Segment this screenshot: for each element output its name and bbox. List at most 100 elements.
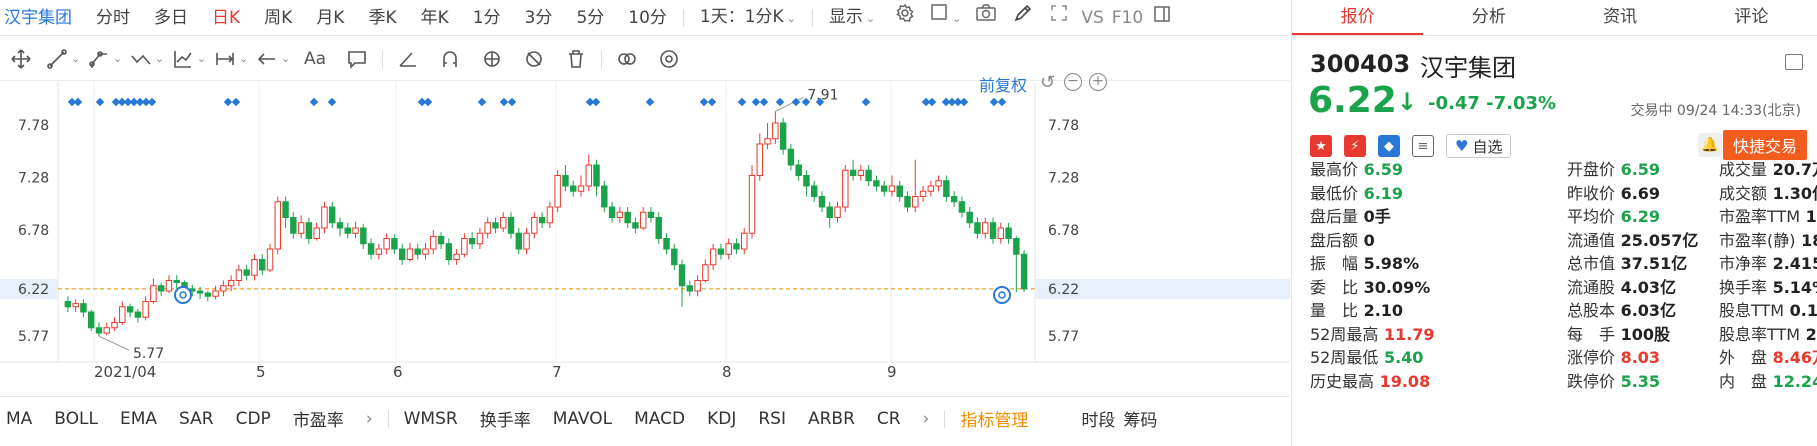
hide-drawing-icon[interactable] bbox=[513, 39, 555, 79]
document-icon[interactable]: ≡ bbox=[1412, 135, 1434, 157]
menu-icon[interactable] bbox=[1785, 54, 1803, 70]
indicator-tab[interactable]: CDP bbox=[225, 409, 282, 429]
period-tab[interactable]: 季K bbox=[356, 0, 408, 36]
magnet-icon[interactable] bbox=[429, 39, 471, 79]
trash-icon[interactable] bbox=[555, 39, 597, 79]
stat-item: 盘后额 0 bbox=[1310, 227, 1375, 251]
comment-icon[interactable] bbox=[336, 39, 378, 79]
text-tool-icon[interactable]: Aa bbox=[294, 39, 336, 79]
indicator-manage-button[interactable]: 指标管理 bbox=[949, 406, 1039, 431]
change-value: -0.47 bbox=[1428, 93, 1480, 114]
wave-icon[interactable]: ⌄ bbox=[126, 39, 168, 79]
period-tab[interactable]: 多日 bbox=[142, 0, 200, 36]
stat-label: 市净率 bbox=[1719, 254, 1768, 273]
period-tab[interactable]: 10分 bbox=[616, 0, 679, 36]
tab-analysis[interactable]: 分析 bbox=[1423, 0, 1554, 35]
candle-body bbox=[119, 306, 126, 323]
zoom-in-icon[interactable]: + bbox=[1089, 73, 1107, 91]
candle-body bbox=[383, 238, 390, 250]
period-tab[interactable]: 年K bbox=[409, 0, 461, 36]
link-icon[interactable] bbox=[606, 39, 648, 79]
candle-body bbox=[601, 185, 608, 208]
pen-icon[interactable] bbox=[1005, 0, 1041, 36]
indicator-tab[interactable]: ARBR bbox=[797, 409, 866, 429]
vs-compare-button[interactable]: VS bbox=[1077, 0, 1107, 36]
interval-select-label: 1天：1分K bbox=[699, 6, 784, 27]
indicator-tab[interactable]: CR bbox=[866, 409, 912, 429]
trendline-icon[interactable]: ⌄ bbox=[42, 39, 84, 79]
candle-body bbox=[468, 238, 476, 245]
adjust-select[interactable]: 前复权 bbox=[979, 72, 1027, 96]
period-tab[interactable]: 3分 bbox=[513, 0, 565, 36]
indicator-tab[interactable]: WMSR bbox=[393, 409, 469, 429]
indicator-tab[interactable]: EMA bbox=[109, 409, 168, 429]
stat-value: 5.98% bbox=[1358, 254, 1420, 273]
period-tab-active[interactable]: 日K bbox=[200, 0, 252, 36]
chevron-right-icon[interactable]: › bbox=[912, 409, 941, 429]
candle-body bbox=[150, 285, 157, 302]
indicator-tab[interactable]: MA bbox=[0, 409, 43, 429]
display-menu[interactable]: 显示 ⌄ bbox=[817, 0, 887, 37]
angle-icon[interactable] bbox=[387, 39, 429, 79]
indicator-tab[interactable]: MAVOL bbox=[542, 409, 623, 429]
indicator-tab[interactable]: MACD bbox=[623, 409, 696, 429]
time-period-button[interactable]: 时段 bbox=[1077, 406, 1119, 431]
stat-item: 股息TTM 0.160 bbox=[1719, 297, 1817, 321]
candle-body bbox=[647, 211, 655, 218]
indicator-tab[interactable]: RSI bbox=[747, 409, 797, 429]
undo-icon[interactable]: ↺ bbox=[1040, 72, 1055, 93]
interval-select[interactable]: 1天：1分K ⌄ bbox=[688, 0, 808, 37]
candle-body bbox=[950, 196, 958, 203]
chip-distribution-button[interactable]: 筹码 bbox=[1119, 406, 1161, 431]
settings-icon[interactable] bbox=[887, 0, 923, 36]
tab-quote[interactable]: 报价 bbox=[1292, 0, 1424, 35]
candle-body bbox=[406, 248, 414, 260]
gear-icon[interactable] bbox=[648, 39, 690, 79]
indicator-tab[interactable]: 市盈率 bbox=[282, 406, 355, 431]
zoom-out-icon[interactable]: − bbox=[1064, 73, 1082, 91]
candle-body bbox=[538, 217, 546, 224]
bell-icon[interactable]: 🔔 bbox=[1698, 133, 1722, 157]
channel-icon[interactable]: ⌄ bbox=[84, 39, 126, 79]
camera-icon[interactable] bbox=[967, 0, 1005, 36]
fibonacci-icon[interactable]: ⌄ bbox=[168, 39, 210, 79]
stat-value: 6.59 bbox=[1358, 160, 1404, 179]
chevron-right-icon[interactable]: › bbox=[355, 409, 384, 429]
f10-button[interactable]: F10 bbox=[1108, 0, 1147, 36]
range-icon[interactable]: ⌄ bbox=[210, 39, 252, 79]
china-flag-icon: ★ bbox=[1310, 135, 1332, 157]
period-tab[interactable]: 周K bbox=[252, 0, 304, 36]
stat-label: 委 比 bbox=[1310, 277, 1359, 297]
panel-toggle-icon[interactable] bbox=[1147, 0, 1177, 36]
tag-icon[interactable]: ◆ bbox=[1378, 135, 1400, 157]
fullscreen-icon[interactable] bbox=[1041, 0, 1077, 36]
stat-value: 30.09% bbox=[1358, 277, 1431, 297]
indicator-tab[interactable]: KDJ bbox=[696, 409, 747, 429]
stat-value: 25.057亿 bbox=[1615, 230, 1699, 250]
tab-comments[interactable]: 评论 bbox=[1686, 0, 1817, 35]
indicator-tab[interactable]: SAR bbox=[168, 409, 225, 429]
chart-style-icon[interactable]: ⌄ bbox=[923, 0, 967, 37]
candle-body bbox=[741, 232, 748, 250]
display-label: 显示 bbox=[828, 6, 863, 27]
period-tab[interactable]: 分时 bbox=[84, 0, 142, 36]
stat-label: 市盈率TTM bbox=[1719, 207, 1801, 226]
chevron-down-icon: ⌄ bbox=[280, 52, 291, 65]
period-tab[interactable]: 5分 bbox=[564, 0, 616, 36]
add-watchlist-button[interactable]: ♥ 自选 bbox=[1446, 134, 1512, 158]
candle-body bbox=[430, 235, 437, 250]
period-tab[interactable]: 1分 bbox=[461, 0, 513, 36]
stat-item: 52周最高 11.79 bbox=[1310, 321, 1435, 345]
indicator-tab[interactable]: 换手率 bbox=[469, 406, 542, 431]
flash-icon[interactable]: ⚡ bbox=[1344, 135, 1366, 157]
period-toolbar: 汉宇集团 分时 多日 日K 周K 月K 季K 年K 1分 3分 5分 10分 1… bbox=[0, 0, 1290, 36]
candlestick-chart[interactable]: 7.78 7.78 7.28 7.28 6.78 6.78 6.22 6.22 5.77 5.77… bbox=[0, 82, 1290, 384]
x-axis-label: 9 bbox=[887, 363, 897, 381]
indicator-tab[interactable]: BOLL bbox=[43, 409, 109, 429]
tab-news[interactable]: 资讯 bbox=[1555, 0, 1686, 35]
move-icon[interactable] bbox=[0, 39, 42, 79]
period-tab[interactable]: 月K bbox=[304, 0, 356, 36]
lock-drawing-icon[interactable] bbox=[471, 39, 513, 79]
stock-name-link[interactable]: 汉宇集团 bbox=[0, 0, 84, 36]
arrow-left-icon[interactable]: ⌄ bbox=[252, 39, 294, 79]
